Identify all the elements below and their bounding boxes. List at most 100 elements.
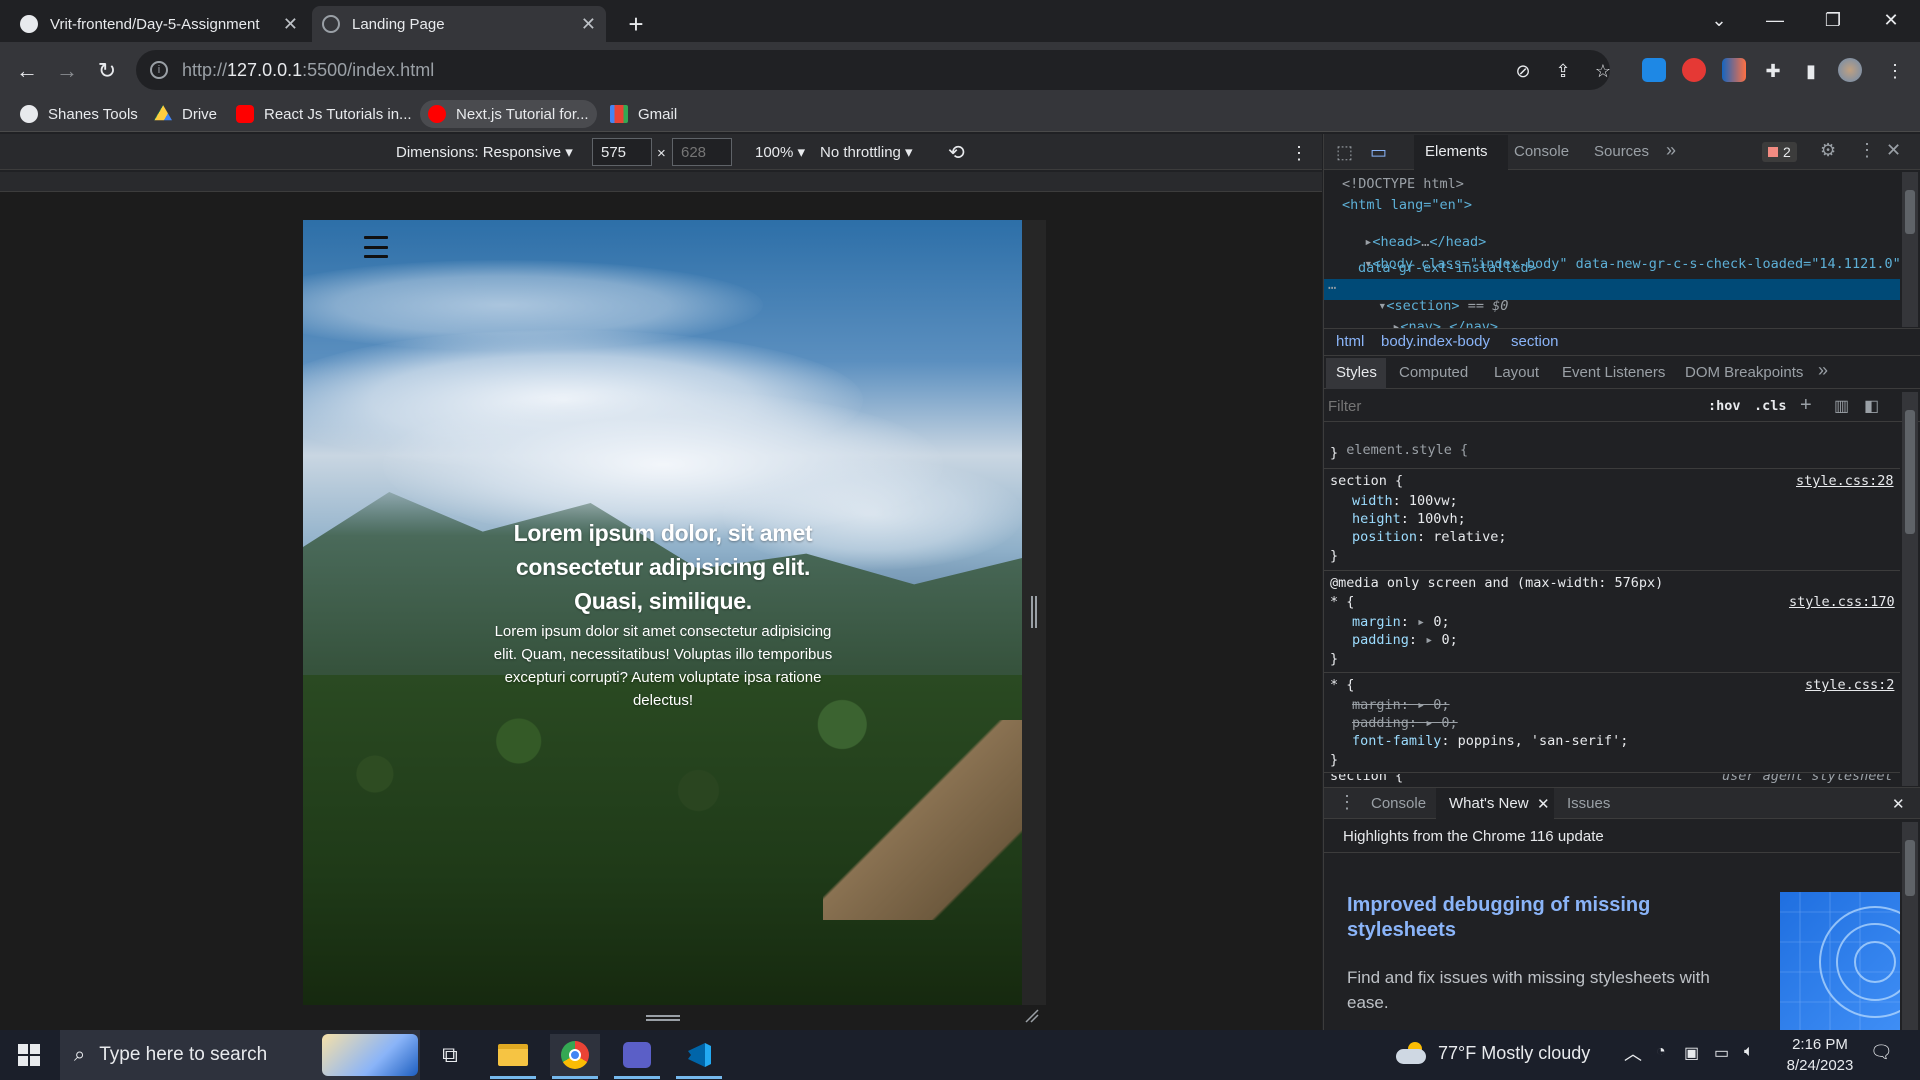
paint-brush-icon[interactable]: ▥ [1834,396,1849,416]
rule-source-link[interactable]: style.css:28 [1796,473,1894,489]
puzzle-icon[interactable]: ✚ [1762,60,1784,82]
whats-new-card-title[interactable]: Improved debugging of missing stylesheet… [1347,893,1667,943]
expand-icon[interactable]: ▸ [1425,632,1433,648]
forward-button[interactable]: → [52,56,82,86]
avatar[interactable] [1838,58,1862,82]
tab-styles[interactable]: Styles [1336,364,1377,381]
styles-scrollbar[interactable] [1902,392,1918,786]
styles-filter-input[interactable] [1326,394,1686,418]
reload-button[interactable]: ↻ [92,56,122,86]
rule-partial[interactable]: section { user agent stylesheet [1324,774,1900,786]
breadcrumb-html[interactable]: html [1336,333,1364,350]
rule-star-selector[interactable]: * { [1330,677,1354,693]
extension-icon[interactable] [1642,58,1666,82]
rule-source-link[interactable]: style.css:170 [1789,594,1895,610]
more-subtabs-icon[interactable]: » [1818,360,1828,381]
hamburger-menu-icon[interactable] [364,236,388,258]
rule-star-selector[interactable]: * { [1330,594,1354,610]
chrome-icon[interactable] [550,1034,600,1076]
dom-html[interactable]: <html lang="en"> [1342,197,1472,213]
width-input[interactable] [592,138,652,166]
dimensions-dropdown[interactable]: Dimensions: Responsive ▾ [396,143,573,161]
style-prop[interactable]: position: relative; [1352,529,1506,545]
rotate-icon[interactable]: ⟲ [948,140,965,165]
clock[interactable]: 2:16 PM 8/24/2023 [1772,1034,1868,1076]
tab-dom-breakpoints[interactable]: DOM Breakpoints [1685,364,1803,381]
dom-scrollbar-thumb[interactable] [1905,190,1915,234]
extension-icon[interactable] [1682,58,1706,82]
height-input[interactable] [672,138,732,166]
teams-icon[interactable] [612,1034,662,1076]
weather-cloud-icon[interactable] [1396,1042,1426,1064]
info-icon[interactable]: i [150,61,168,79]
rule-source-link[interactable]: style.css:2 [1805,677,1894,693]
volume-icon[interactable]: 🔈︎ [1744,1043,1754,1061]
tab-elements[interactable]: Elements [1425,143,1488,160]
drawer-tab-whats-new[interactable]: What's New [1449,795,1529,812]
drawer-scrollbar-thumb[interactable] [1905,840,1915,896]
tray-chevron-icon[interactable]: ︿ [1624,1040,1642,1066]
restore-button[interactable]: ❐ [1808,4,1858,36]
notifications-icon[interactable]: 🗨︎ [1870,1042,1893,1063]
file-explorer-icon[interactable] [488,1034,538,1076]
eye-off-icon[interactable]: ⊘ [1512,60,1534,82]
close-window-button[interactable]: ✕ [1866,4,1916,36]
minimize-button[interactable]: — [1750,4,1800,36]
style-prop[interactable]: font-family: poppins, 'san-serif'; [1352,733,1628,749]
style-prop[interactable]: height: 100vh; [1352,511,1466,527]
rule-section-selector[interactable]: section { [1330,473,1403,489]
meet-now-icon[interactable]: ▣ [1684,1043,1699,1063]
drawer-menu-icon[interactable]: ⋮ [1338,792,1356,813]
tab-github[interactable]: Vrit-frontend/Day-5-Assignment ✕ [10,6,308,42]
width-resize-handle[interactable] [1031,596,1037,628]
bookmark-drive[interactable]: Drive [146,100,225,128]
zoom-dropdown[interactable]: 100% ▾ [755,143,805,161]
breadcrumb-section[interactable]: section [1511,333,1559,350]
drawer-tab-issues[interactable]: Issues [1567,795,1610,812]
new-tab-button[interactable]: + [620,8,652,40]
style-prop-overridden[interactable]: margin: ▸ 0; [1352,697,1450,713]
close-icon[interactable]: ✕ [283,14,298,35]
style-prop[interactable]: padding: ▸ 0; [1352,632,1458,648]
bookmark-gmail[interactable]: Gmail [602,100,685,128]
device-options-icon[interactable]: ⋮ [1290,143,1308,164]
close-icon[interactable]: ✕ [1537,795,1550,813]
weather-text[interactable]: 77°F Mostly cloudy [1438,1043,1590,1064]
settings-gear-icon[interactable]: ⚙ [1820,140,1836,161]
tab-layout[interactable]: Layout [1494,364,1539,381]
styles-scrollbar-thumb[interactable] [1905,410,1915,534]
breadcrumb-body[interactable]: body.index-body [1381,333,1490,350]
battery-icon[interactable]: ▭ [1714,1043,1729,1063]
inspect-element-icon[interactable]: ⬚ [1336,142,1353,163]
tab-event-listeners[interactable]: Event Listeners [1562,364,1665,381]
style-prop-overridden[interactable]: padding: ▸ 0; [1352,715,1458,731]
style-prop[interactable]: width: 100vw; [1352,493,1458,509]
vscode-icon[interactable] [674,1034,724,1076]
rule-element-style[interactable]: element.style { [1330,426,1468,458]
tab-search-icon[interactable]: ⌄ [1694,4,1744,36]
row-options-icon[interactable]: ⋯ [1328,280,1336,296]
throttling-dropdown[interactable]: No throttling ▾ [820,143,913,161]
corner-resize-handle[interactable] [1024,1008,1040,1024]
cls-toggle[interactable]: .cls [1754,398,1787,414]
expand-icon[interactable]: ▸ [1417,614,1425,630]
address-bar[interactable]: i http:// 127.0.0.1 :5500/index.html [136,50,1610,90]
drawer-tab-console[interactable]: Console [1371,795,1426,812]
tab-computed[interactable]: Computed [1399,364,1468,381]
close-devtools-icon[interactable]: ✕ [1886,140,1901,161]
tab-console[interactable]: Console [1514,143,1569,160]
network-icon[interactable]: ◔ [1656,1043,1666,1061]
windows-start-icon[interactable] [18,1044,40,1066]
star-icon[interactable]: ☆ [1592,60,1614,82]
error-badge[interactable]: 2 [1762,142,1797,162]
dom-doctype[interactable]: <!DOCTYPE html> [1342,176,1464,192]
close-drawer-icon[interactable]: ✕ [1892,795,1905,813]
sidebar-toggle-icon[interactable]: ◧ [1864,396,1879,416]
hov-toggle[interactable]: :hov [1708,398,1741,414]
media-query-ruler[interactable] [0,172,1322,192]
menu-kebab-icon[interactable]: ⋮ [1884,60,1906,82]
media-query[interactable]: @media only screen and (max-width: 576px… [1330,575,1663,591]
tab-sources[interactable]: Sources [1594,143,1649,160]
bookmark-shanes-tools[interactable]: Shanes Tools [12,100,146,128]
extension-icon[interactable] [1722,58,1746,82]
